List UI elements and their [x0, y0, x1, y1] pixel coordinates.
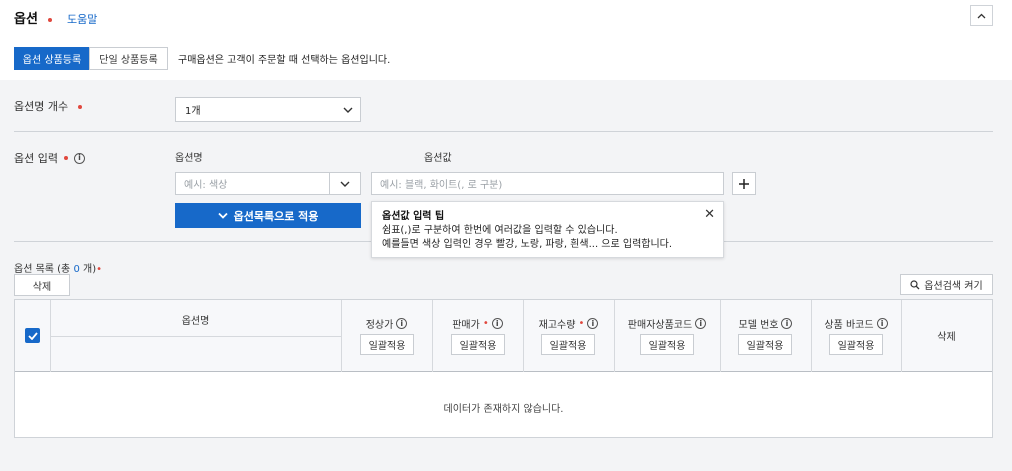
chevron-down-icon	[217, 212, 228, 219]
option-list-label: 옵션 목록 (총 0 개)•	[14, 264, 102, 275]
bulk-apply-barcode[interactable]: 일괄적용	[829, 334, 883, 355]
delete-selected-button[interactable]: 삭제	[14, 274, 70, 296]
table-header: 옵션명 정상가 i 일괄적용 판매가 • i 일괄적용 재고수량 • i 일괄적용 판매자…	[15, 300, 992, 372]
info-icon[interactable]: i	[587, 318, 599, 329]
tooltip-line: 쉼표(,)로 구분하여 한번에 여러값을 입력할 수 있습니다.	[382, 225, 618, 236]
help-link[interactable]: 도움말	[67, 11, 97, 27]
tooltip-line: 예를들면 색상 입력인 경우 빨강, 노랑, 파랑, 흰색... 으로 입력합니…	[382, 239, 673, 250]
collapse-button[interactable]	[970, 5, 993, 26]
option-count-label: 옵션명 개수	[14, 98, 82, 114]
option-count-select[interactable]: 1개	[175, 97, 361, 122]
info-icon[interactable]: i	[781, 318, 793, 329]
info-icon[interactable]: i	[73, 152, 85, 164]
chevron-down-icon	[340, 181, 350, 187]
column-seller-code: 판매자상품코드 i	[614, 316, 720, 331]
option-table: 옵션명 정상가 i 일괄적용 판매가 • i 일괄적용 재고수량 • i 일괄적용 판매자…	[14, 299, 993, 438]
column-sale-price: 판매가 • i	[432, 316, 523, 331]
column-regular-price: 정상가 i	[341, 316, 432, 331]
option-value-header: 옵션값	[424, 153, 452, 164]
info-icon[interactable]: i	[876, 318, 888, 329]
bulk-apply-seller-code[interactable]: 일괄적용	[640, 334, 694, 355]
bulk-apply-sale-price[interactable]: 일괄적용	[451, 334, 505, 355]
check-icon	[27, 331, 38, 340]
apply-to-list-button[interactable]: 옵션목록으로 적용	[175, 203, 361, 228]
option-count-value: 1개	[185, 106, 201, 117]
tab-single-product[interactable]: 단일 상품등록	[89, 47, 168, 70]
required-dot	[48, 17, 53, 22]
option-search-toggle[interactable]: 옵션검색 켜기	[900, 274, 993, 295]
bulk-apply-stock[interactable]: 일괄적용	[541, 334, 595, 355]
tab-description: 구매옵션은 고객이 주문할 때 선택하는 옵션입니다.	[178, 55, 391, 66]
option-value-tooltip: 옵션값 입력 팁 쉼표(,)로 구분하여 한번에 여러값을 입력할 수 있습니다…	[371, 201, 724, 258]
option-name-dropdown[interactable]	[329, 172, 361, 195]
tooltip-title: 옵션값 입력 팁	[382, 211, 445, 222]
section-title: 옵션	[14, 8, 53, 27]
option-input-label: 옵션 입력 i	[14, 150, 85, 166]
plus-icon	[739, 178, 749, 189]
required-dot	[77, 105, 82, 109]
option-name-header: 옵션명	[175, 153, 203, 164]
empty-message: 데이터가 존재하지 않습니다.	[443, 404, 564, 415]
close-icon[interactable]: ✕	[704, 208, 715, 222]
column-model-number: 모델 번호 i	[720, 316, 811, 331]
bulk-apply-regular-price[interactable]: 일괄적용	[360, 334, 414, 355]
option-name-input[interactable]: 예시: 색상	[175, 172, 330, 195]
column-delete: 삭제	[937, 332, 956, 343]
bulk-apply-model-number[interactable]: 일괄적용	[738, 334, 792, 355]
add-option-button[interactable]	[732, 172, 756, 195]
column-stock: 재고수량 • i	[523, 316, 614, 331]
info-icon[interactable]: i	[396, 318, 408, 329]
column-option-name: 옵션명	[181, 316, 210, 327]
search-icon	[910, 279, 920, 289]
info-icon[interactable]: i	[695, 318, 707, 329]
option-value-input[interactable]: 예시: 블랙, 화이트(, 로 구분)	[371, 172, 724, 195]
tab-option-product[interactable]: 옵션 상품등록	[14, 47, 90, 70]
column-barcode: 상품 바코드 i	[811, 316, 901, 331]
divider	[14, 131, 993, 132]
select-all-checkbox[interactable]	[25, 328, 40, 343]
info-icon[interactable]: i	[491, 318, 503, 329]
apply-button-label: 옵션목록으로 적용	[233, 209, 319, 223]
chevron-down-icon	[343, 107, 353, 113]
required-dot	[63, 156, 68, 160]
chevron-up-icon	[977, 13, 986, 18]
